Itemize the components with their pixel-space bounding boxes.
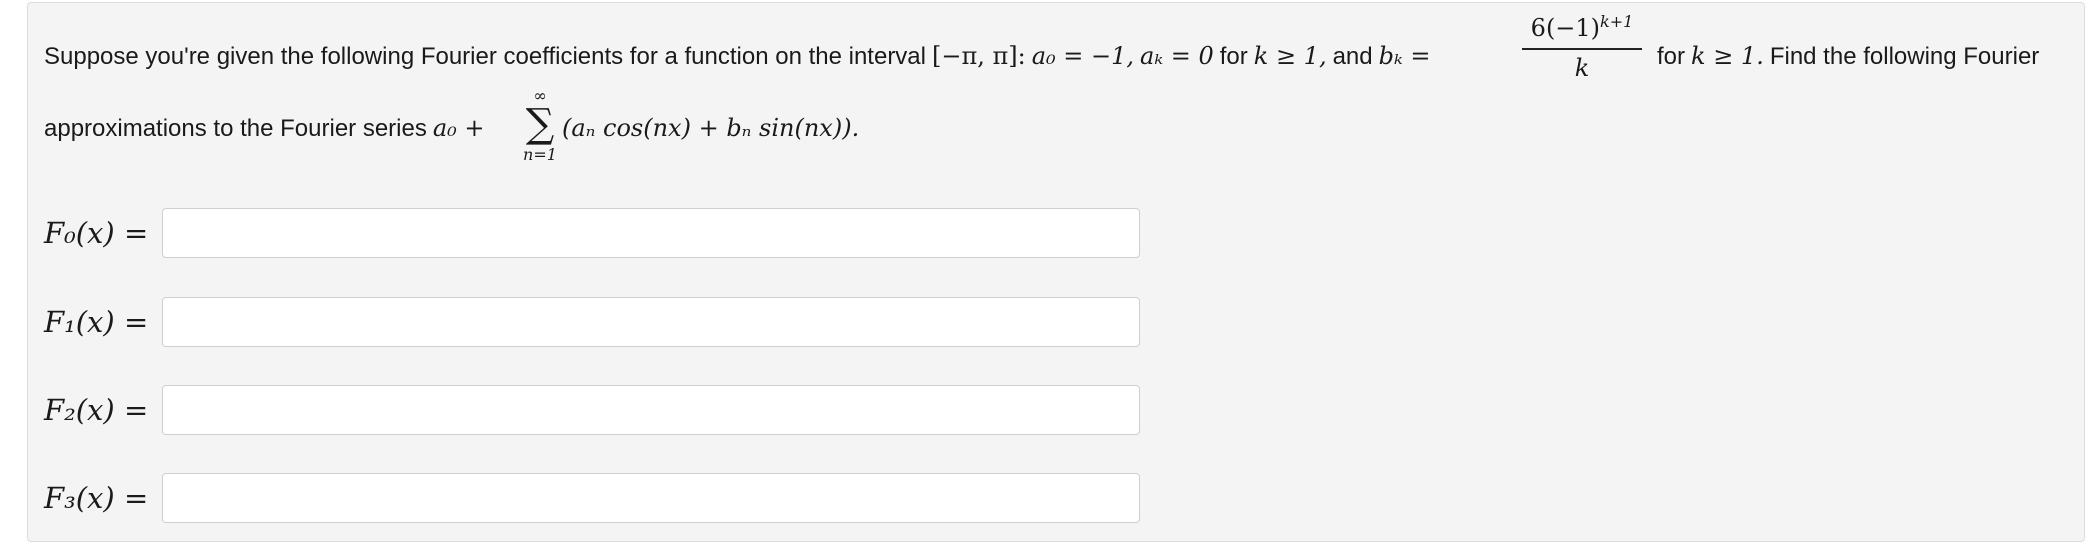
for-text-2: for <box>1657 43 1686 70</box>
problem-line-2: approximations to the Fourier series a₀ … <box>44 114 485 143</box>
k-ge-1-a: k ≥ 1, <box>1253 42 1327 70</box>
f0-input[interactable] <box>162 208 1140 258</box>
f0-label: F₀(x) = <box>44 216 149 250</box>
answer-row-f1: F₁(x) = <box>44 296 1140 348</box>
problem-line-1: Suppose you're given the following Fouri… <box>44 42 1430 71</box>
series-body: (aₙ cos(nx) + bₙ sin(nx)). <box>562 114 860 142</box>
summation: ∞ ∑ n=1 <box>518 88 562 166</box>
fraction-bar <box>1522 48 1642 50</box>
intro-text: Suppose you're given the following Fouri… <box>44 43 926 70</box>
ak-expr: aₖ = 0 <box>1140 42 1214 70</box>
f1-input[interactable] <box>162 297 1140 347</box>
bk-lhs: bₖ = <box>1378 42 1431 70</box>
answer-row-f2: F₂(x) = <box>44 384 1140 436</box>
for-text-1: for <box>1219 43 1248 70</box>
problem-line-1-tail: for k ≥ 1. Find the following Fourier <box>1657 42 2039 71</box>
f1-label: F₁(x) = <box>44 305 149 339</box>
a0-expr: a₀ = −1, <box>1031 42 1135 70</box>
bk-numerator: 6(−1) <box>1530 14 1601 42</box>
f3-input[interactable] <box>162 473 1140 523</box>
f2-label: F₂(x) = <box>44 393 149 427</box>
f2-input[interactable] <box>162 385 1140 435</box>
f3-label: F₃(x) = <box>44 481 149 515</box>
bk-fraction: 6(−1)k+1 k <box>1522 12 1642 82</box>
k-ge-1-b: k ≥ 1. <box>1691 42 1764 70</box>
tail-text: Find the following Fourier <box>1769 43 2040 70</box>
line2-text: approximations to the Fourier series <box>44 115 427 142</box>
question-panel <box>27 2 2085 542</box>
answer-row-f3: F₃(x) = <box>44 472 1140 524</box>
interval-expr: [−π, π]: <box>932 42 1026 70</box>
series-lead: a₀ + <box>432 114 485 142</box>
answer-row-f0: F₀(x) = <box>44 207 1140 259</box>
bk-exponent: k+1 <box>1600 12 1634 31</box>
and-text: and <box>1332 43 1373 70</box>
sum-lower: n=1 <box>523 145 557 164</box>
bk-denominator: k <box>1574 53 1590 82</box>
sum-symbol: ∑ <box>525 101 555 147</box>
